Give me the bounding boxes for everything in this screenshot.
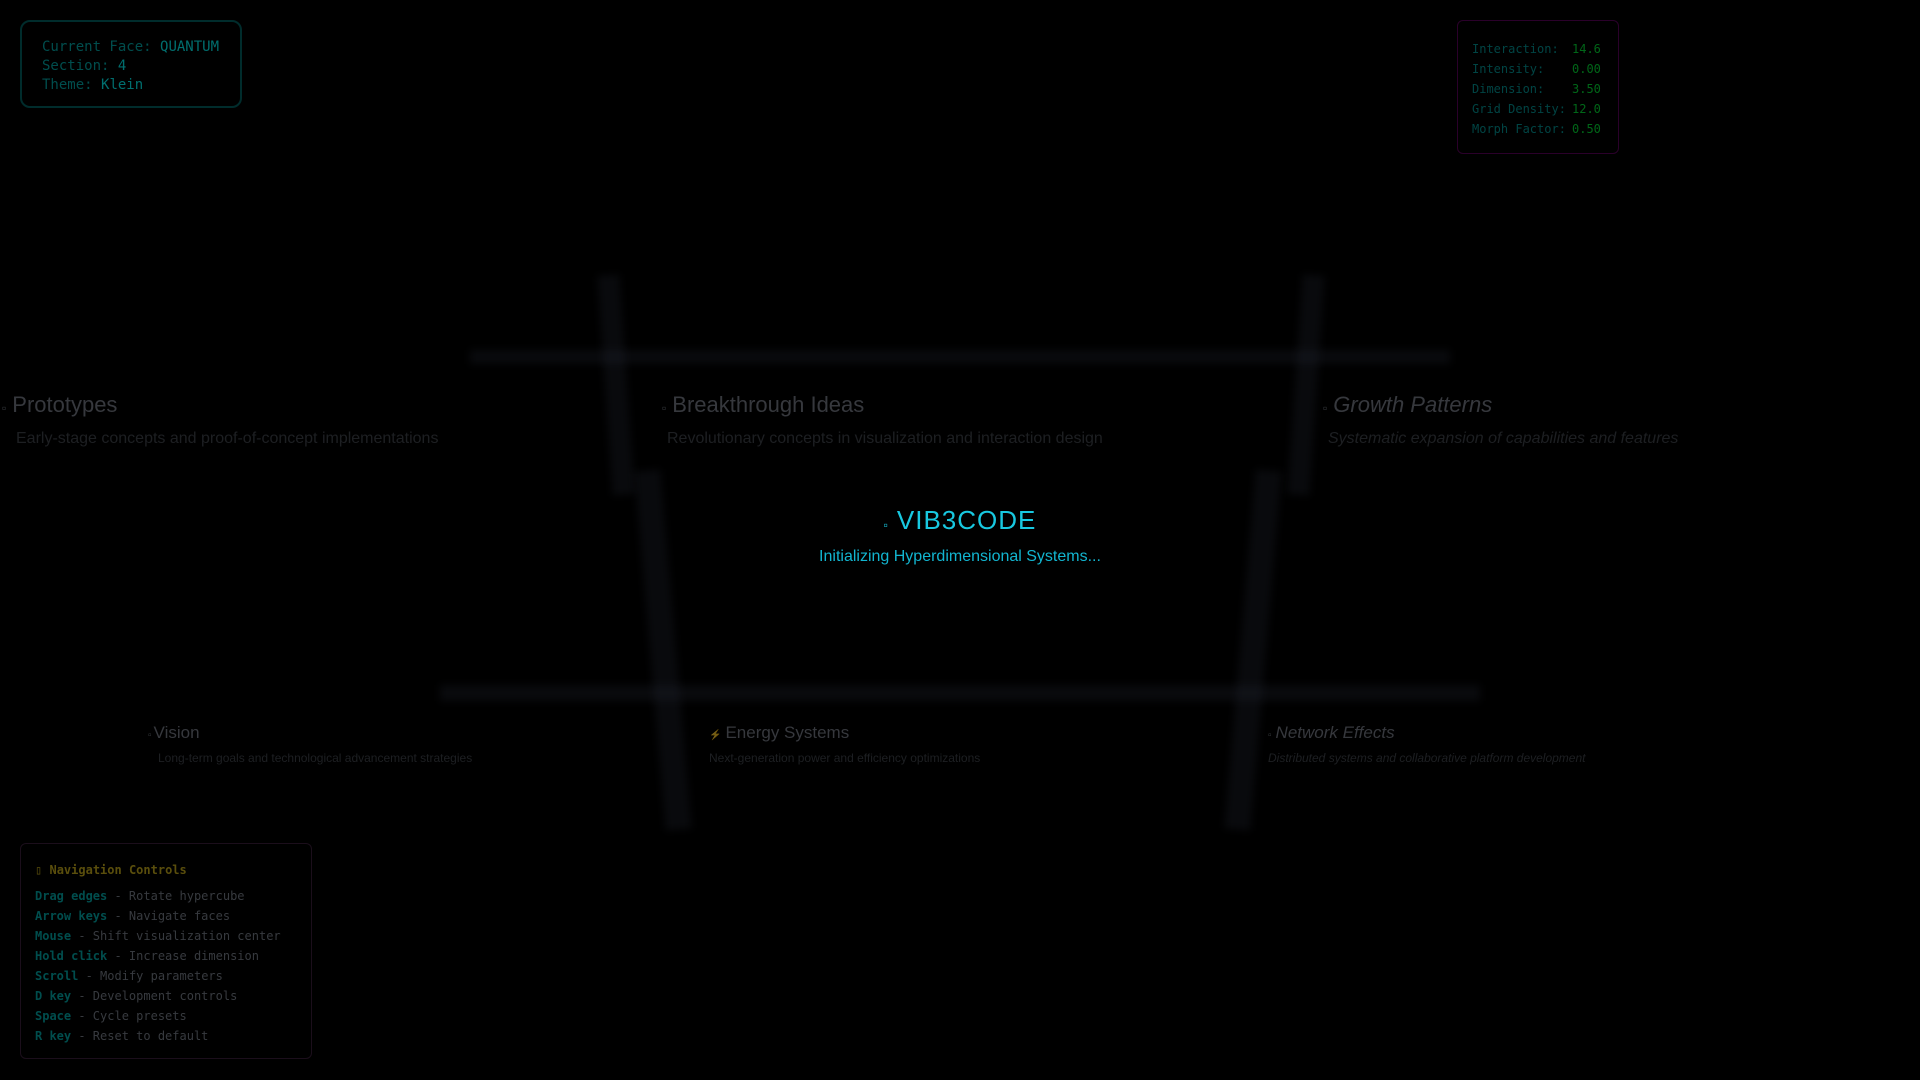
current-face-value: QUANTUM bbox=[160, 39, 220, 55]
param-row-interaction: Interaction: 14.6 bbox=[1472, 39, 1604, 59]
nav-item: Space - Cycle presets bbox=[35, 1006, 297, 1026]
nav-action: - Reset to default bbox=[78, 1029, 209, 1043]
param-row-intensity: Intensity: 0.00 bbox=[1472, 59, 1604, 79]
section-description: Long-term goals and technological advanc… bbox=[158, 751, 473, 765]
section-description: Early-stage concepts and proof-of-concep… bbox=[16, 430, 439, 447]
section-row: Section: 4 bbox=[42, 57, 220, 76]
section-title-text: Breakthrough Ideas bbox=[672, 392, 865, 417]
section-title: ▫ Prototypes bbox=[2, 392, 438, 418]
nav-item: Scroll - Modify parameters bbox=[35, 966, 297, 986]
parameter-panel: Interaction: 14.6 Intensity: 0.00 Dimens… bbox=[1457, 20, 1619, 154]
navigation-heading-text: Navigation Controls bbox=[49, 863, 187, 877]
nav-action: - Increase dimension bbox=[114, 949, 259, 963]
nav-action: - Development controls bbox=[78, 989, 238, 1003]
nav-key: D key bbox=[35, 989, 72, 1003]
square-icon: ▫ bbox=[883, 518, 889, 532]
section-title: ▫ Vision bbox=[148, 723, 472, 743]
nav-key: Arrow keys bbox=[35, 909, 108, 923]
navigation-heading: ▯ Navigation Controls bbox=[35, 860, 297, 880]
nav-action: - Shift visualization center bbox=[78, 929, 281, 943]
section-description: Revolutionary concepts in visualization … bbox=[667, 430, 1103, 447]
param-label: Dimension: bbox=[1472, 82, 1545, 96]
param-value: 0.00 bbox=[1572, 62, 1601, 76]
nav-item: Hold click - Increase dimension bbox=[35, 946, 297, 966]
cube-edge bbox=[634, 469, 692, 831]
cube-edge bbox=[440, 685, 1480, 701]
navigation-controls-panel: ▯ Navigation Controls Drag edges - Rotat… bbox=[20, 843, 312, 1059]
param-row-morph-factor: Morph Factor: 0.50 bbox=[1472, 119, 1604, 139]
face-info-panel: Current Face: QUANTUM Section: 4 Theme: … bbox=[20, 20, 242, 108]
section-breakthrough-ideas[interactable]: ▫ Breakthrough Ideas Revolutionary concep… bbox=[662, 392, 1103, 448]
nav-key: Drag edges bbox=[35, 889, 108, 903]
nav-action: - Rotate hypercube bbox=[114, 889, 245, 903]
section-vision[interactable]: ▫ Vision Long-term goals and technologica… bbox=[148, 723, 472, 765]
current-face-row: Current Face: QUANTUM bbox=[42, 38, 220, 57]
section-prototypes[interactable]: ▫ Prototypes Early-stage concepts and pro… bbox=[2, 392, 438, 448]
section-title: ⚡ Energy Systems bbox=[709, 723, 980, 743]
section-title-text: Growth Patterns bbox=[1333, 392, 1493, 417]
nav-key: Space bbox=[35, 1009, 72, 1023]
nav-key: R key bbox=[35, 1029, 72, 1043]
current-face-label: Current Face: bbox=[42, 39, 152, 55]
section-label: Section: bbox=[42, 58, 110, 74]
nav-item: Mouse - Shift visualization center bbox=[35, 926, 297, 946]
section-title: ▫ Network Effects bbox=[1268, 723, 1585, 743]
section-description: Systematic expansion of capabilities and… bbox=[1328, 430, 1679, 447]
section-title: ▫ Breakthrough Ideas bbox=[662, 392, 1103, 418]
param-label: Interaction: bbox=[1472, 42, 1559, 56]
nav-item: D key - Development controls bbox=[35, 986, 297, 1006]
cube-edge bbox=[597, 274, 635, 496]
section-title-text: Network Effects bbox=[1275, 723, 1395, 742]
square-icon: ▫ bbox=[1323, 401, 1328, 415]
nav-item: Drag edges - Rotate hypercube bbox=[35, 886, 297, 906]
section-description: Distributed systems and collaborative pl… bbox=[1268, 751, 1586, 765]
nav-key: Scroll bbox=[35, 969, 79, 983]
nav-action: - Navigate faces bbox=[114, 909, 231, 923]
cube-edge bbox=[1224, 469, 1282, 831]
nav-action: - Modify parameters bbox=[85, 969, 223, 983]
param-row-dimension: Dimension: 3.50 bbox=[1472, 79, 1604, 99]
param-value: 12.0 bbox=[1572, 102, 1601, 116]
square-icon: ▫ bbox=[2, 401, 7, 415]
square-icon: ▫ bbox=[148, 730, 152, 741]
nav-item: R key - Reset to default bbox=[35, 1026, 297, 1046]
nav-action: - Cycle presets bbox=[78, 1009, 187, 1023]
nav-key: Hold click bbox=[35, 949, 108, 963]
section-energy-systems[interactable]: ⚡ Energy Systems Next-generation power an… bbox=[709, 723, 980, 765]
square-icon: ▫ bbox=[1268, 730, 1272, 741]
section-title-text: Vision bbox=[153, 723, 200, 742]
section-title-text: Energy Systems bbox=[725, 723, 850, 742]
controller-icon: ▯ bbox=[35, 863, 43, 877]
lightning-icon: ⚡ bbox=[709, 730, 722, 741]
loading-status: Initializing Hyperdimensional Systems... bbox=[819, 548, 1101, 565]
param-label: Morph Factor: bbox=[1472, 122, 1566, 136]
cube-edge bbox=[1287, 274, 1325, 496]
param-label: Grid Density: bbox=[1472, 102, 1566, 116]
square-icon: ▫ bbox=[662, 401, 667, 415]
param-row-grid-density: Grid Density: 12.0 bbox=[1472, 99, 1604, 119]
app-title: ▫ VIB3CODE bbox=[760, 505, 1160, 536]
theme-value: Klein bbox=[101, 77, 144, 93]
section-title-text: Prototypes bbox=[12, 392, 118, 417]
section-value: 4 bbox=[117, 58, 127, 74]
section-title: ▫ Growth Patterns bbox=[1323, 392, 1678, 418]
param-value: 0.50 bbox=[1572, 122, 1601, 136]
section-description: Next-generation power and efficiency opt… bbox=[709, 751, 981, 765]
section-network-effects[interactable]: ▫ Network Effects Distributed systems and… bbox=[1268, 723, 1585, 765]
nav-key: Mouse bbox=[35, 929, 72, 943]
app-title-text: VIB3CODE bbox=[896, 505, 1037, 535]
theme-row: Theme: Klein bbox=[42, 76, 220, 95]
param-value: 14.6 bbox=[1572, 42, 1601, 56]
nav-item: Arrow keys - Navigate faces bbox=[35, 906, 297, 926]
section-growth-patterns[interactable]: ▫ Growth Patterns Systematic expansion of… bbox=[1323, 392, 1678, 448]
param-value: 3.50 bbox=[1572, 82, 1601, 96]
theme-label: Theme: bbox=[42, 77, 93, 93]
loading-overlay: ▫ VIB3CODE Initializing Hyperdimensional … bbox=[760, 505, 1160, 566]
param-label: Intensity: bbox=[1472, 62, 1545, 76]
